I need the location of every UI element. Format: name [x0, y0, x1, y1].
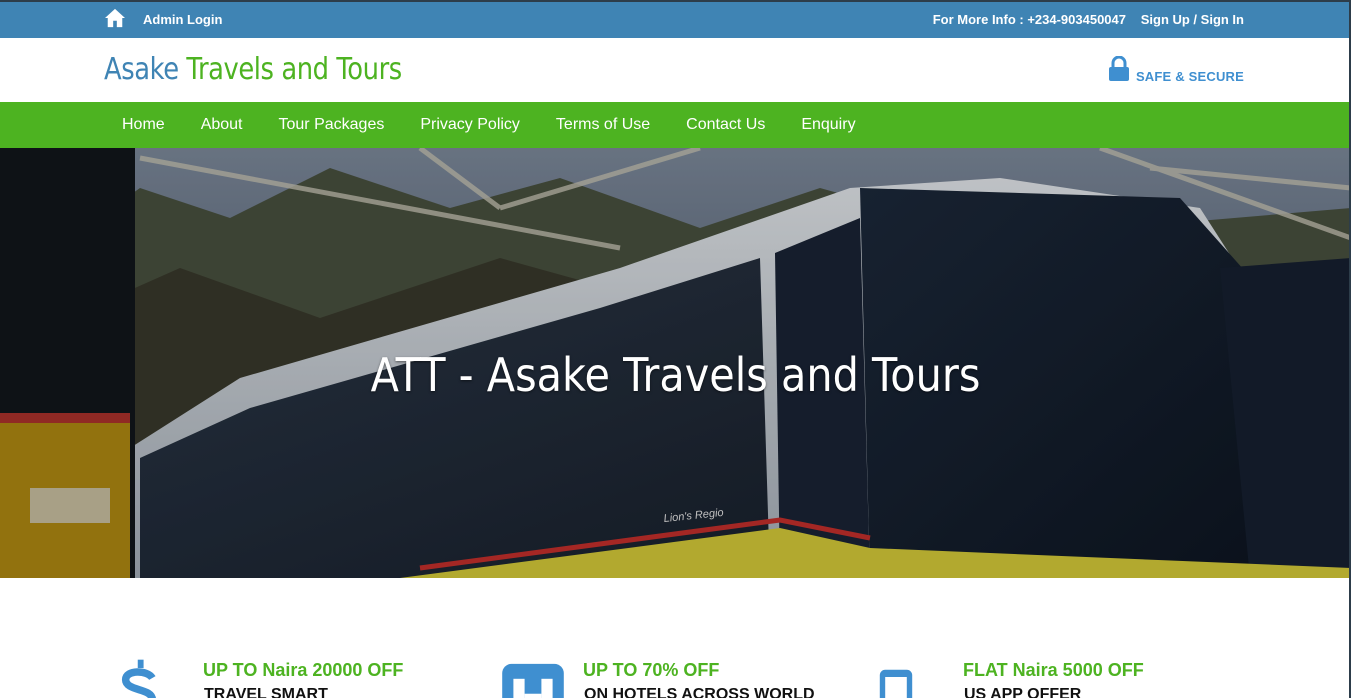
nav-item-about[interactable]: About — [183, 102, 261, 148]
nav-item-contact-us[interactable]: Contact Us — [668, 102, 783, 148]
logo-word-asake: Asake — [104, 52, 179, 87]
admin-login-link[interactable]: Admin Login — [143, 12, 222, 27]
offer-subtitle: ON HOTELS ACROSS WORLD — [584, 686, 815, 698]
home-icon[interactable] — [104, 8, 126, 28]
logo-word-travels: Travels and Tours — [186, 52, 402, 87]
top-bar: Admin Login For More Info : +234-9034500… — [0, 0, 1351, 38]
offer-subtitle: US APP OFFER — [964, 686, 1082, 698]
nav-item-terms-of-use[interactable]: Terms of Use — [538, 102, 668, 148]
nav-item-enquiry[interactable]: Enquiry — [783, 102, 873, 148]
dollar-icon — [121, 659, 156, 698]
contact-info: For More Info : +234-903450047 — [932, 12, 1126, 27]
offer-title: UP TO 70% OFF — [583, 660, 720, 680]
site-header: Asake Travels and Tours SAFE & SECURE — [0, 38, 1351, 102]
site-logo[interactable]: Asake Travels and Tours — [104, 52, 402, 87]
offer-title: FLAT Naira 5000 OFF — [963, 660, 1144, 680]
nav-item-tour-packages[interactable]: Tour Packages — [261, 102, 403, 148]
offer-subtitle: TRAVEL SMART — [204, 686, 328, 698]
sign-up-sign-in-link[interactable]: Sign Up / Sign In — [1141, 12, 1244, 27]
safe-secure-label: SAFE & SECURE — [1135, 69, 1244, 84]
offers-section: UP TO Naira 20000 OFF TRAVEL SMART UP TO… — [0, 578, 1351, 698]
nav-item-privacy-policy[interactable]: Privacy Policy — [402, 102, 538, 148]
hero-banner: Lion's Regio ATT - Asake Travels and Tou… — [0, 148, 1351, 578]
mobile-icon — [879, 669, 913, 698]
lock-icon — [1109, 56, 1129, 81]
hero-title: ATT - Asake Travels and Tours — [370, 348, 981, 402]
offer-title: UP TO Naira 20000 OFF — [203, 660, 404, 680]
main-nav: Home About Tour Packages Privacy Policy … — [0, 102, 1351, 148]
nav-item-home[interactable]: Home — [104, 102, 183, 148]
hotel-icon — [502, 663, 564, 698]
